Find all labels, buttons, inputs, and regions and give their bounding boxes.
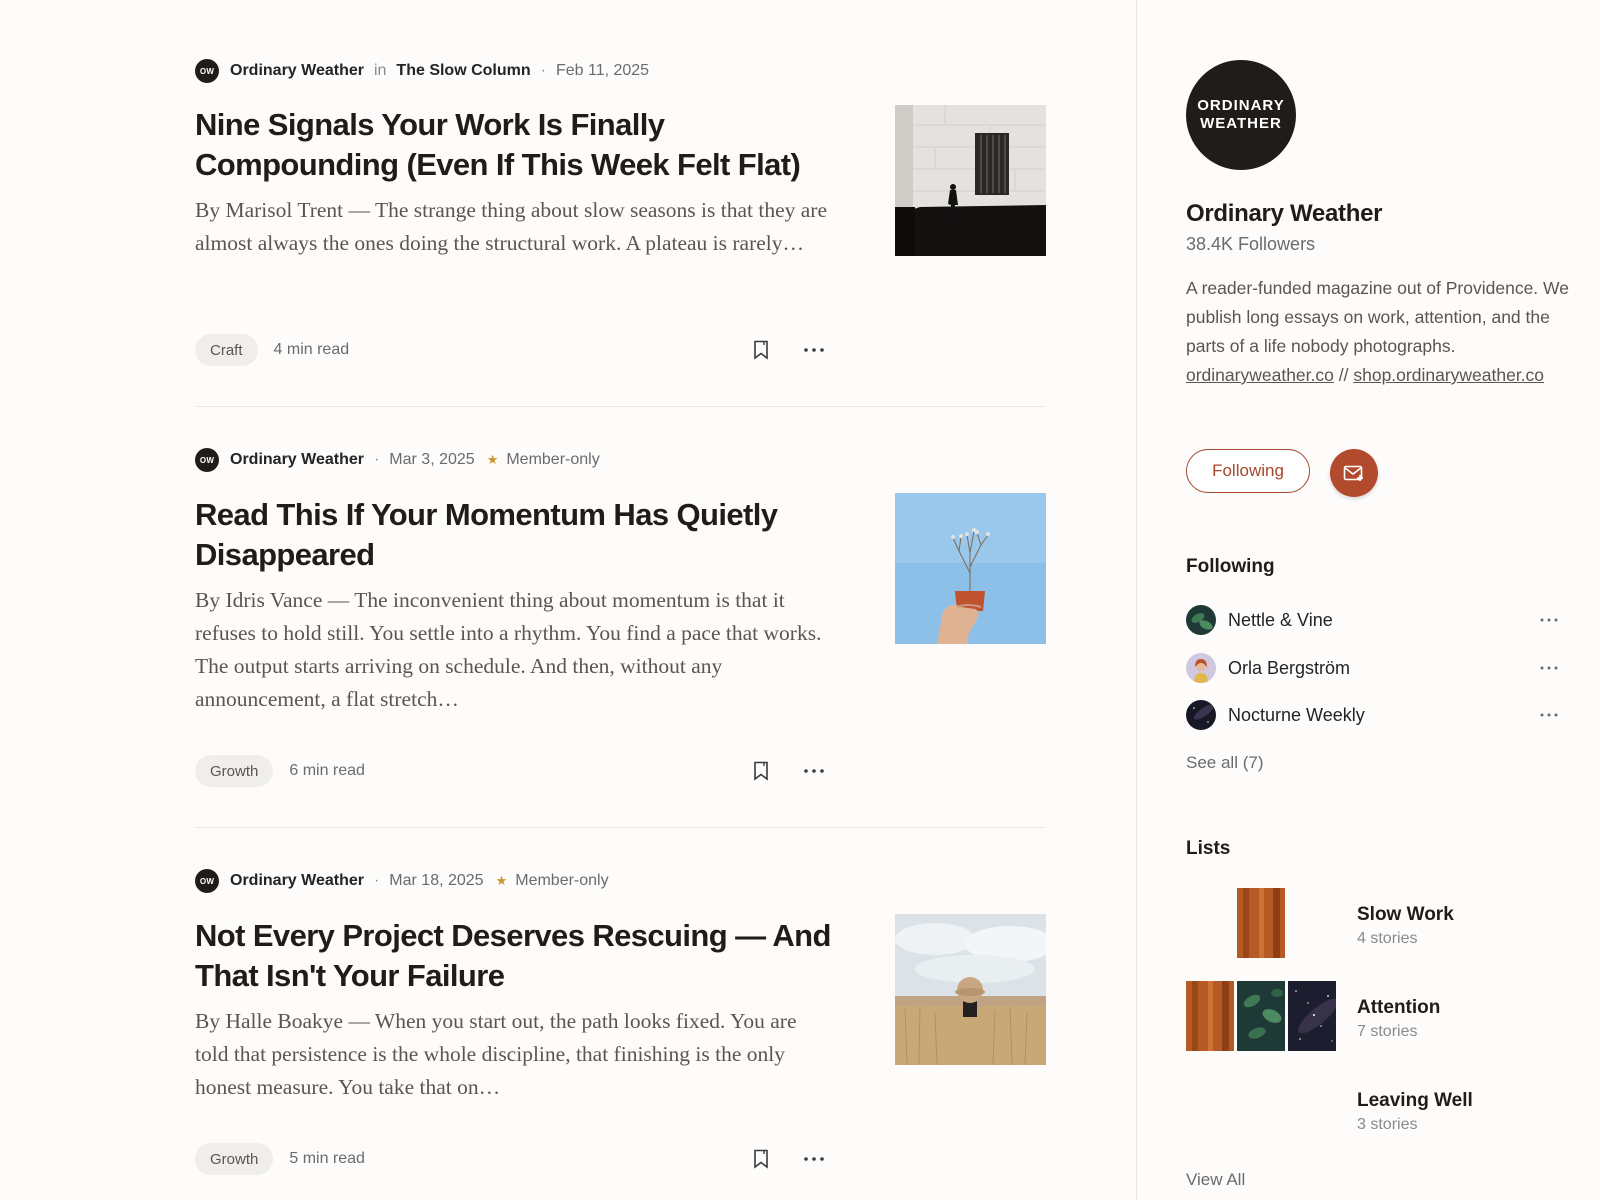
list-cover-collage [1186, 981, 1336, 1051]
list-story-count: 4 stories [1357, 930, 1418, 947]
divider [195, 406, 1046, 407]
star-icon: ★ [495, 873, 508, 888]
bookmark-icon[interactable] [748, 337, 774, 363]
list-story-count: 3 stories [1357, 1116, 1418, 1133]
article-excerpt[interactable]: By Halle Boakye — When you start out, th… [195, 1005, 835, 1104]
topic-tag[interactable]: Growth [195, 1143, 274, 1175]
subscribe-email-button[interactable] [1330, 449, 1378, 497]
publication-name[interactable]: Ordinary Weather [230, 451, 364, 469]
article-thumbnail[interactable] [895, 105, 1046, 256]
read-time: 4 min read [273, 341, 350, 358]
list-name[interactable]: Leaving Well [1357, 1090, 1473, 1112]
following-item[interactable]: Orla Bergström [1186, 652, 1561, 684]
description-text: A reader-funded magazine out of Providen… [1186, 278, 1569, 356]
separator: · [373, 872, 380, 889]
article-card[interactable]: OW Ordinary Weather · Mar 3, 2025 ★ Memb… [195, 446, 1046, 787]
topic-tag[interactable]: Craft [195, 334, 258, 366]
reading-list-item[interactable]: Attention 7 stories [1186, 981, 1561, 1051]
more-options-icon[interactable] [1537, 705, 1561, 725]
article-card[interactable]: OW Ordinary Weather · Mar 18, 2025 ★ Mem… [195, 867, 1046, 1187]
list-name[interactable]: Attention [1357, 997, 1440, 1019]
more-options-icon[interactable] [801, 758, 827, 784]
publication-description: A reader-funded magazine out of Providen… [1186, 274, 1571, 390]
article-byline: OW Ordinary Weather · Mar 3, 2025 ★ Memb… [195, 446, 600, 474]
reading-list-item[interactable]: Slow Work 4 stories [1186, 888, 1561, 958]
night-sky-avatar [1186, 700, 1216, 730]
article-byline: OW Ordinary Weather · Mar 18, 2025 ★ Mem… [195, 867, 609, 895]
follower-count[interactable]: 38.4K Followers [1186, 234, 1315, 255]
member-only-label: Member-only [515, 872, 609, 889]
article-meta-row: Growth 5 min read [195, 1143, 835, 1175]
publish-date: Feb 11, 2025 [555, 62, 650, 79]
article-meta-row: Craft 4 min read [195, 334, 835, 366]
following-name[interactable]: Nettle & Vine [1228, 610, 1333, 631]
in-word: in [373, 62, 387, 79]
more-options-icon[interactable] [1537, 658, 1561, 678]
list-name[interactable]: Slow Work [1357, 904, 1454, 926]
article-meta-row: Growth 6 min read [195, 755, 835, 787]
more-options-icon[interactable] [801, 337, 827, 363]
publication-logo[interactable]: OW [195, 448, 219, 472]
following-name[interactable]: Orla Bergström [1228, 658, 1350, 679]
publish-date: Mar 18, 2025 [389, 872, 484, 889]
article-title[interactable]: Read This If Your Momentum Has Quietly D… [195, 495, 855, 575]
publish-date: Mar 3, 2025 [389, 451, 475, 468]
publication-sidebar: ORDINARY WEATHER Ordinary Weather 38.4K F… [1136, 0, 1600, 1200]
list-cover-collage [1186, 888, 1336, 958]
leaf-avatar [1186, 605, 1216, 635]
separator: · [373, 451, 380, 468]
list-cover-collage [1186, 1074, 1336, 1144]
separator: · [540, 62, 546, 79]
list-story-count: 7 stories [1357, 1023, 1418, 1040]
topic-tag[interactable]: Growth [195, 755, 274, 787]
read-time: 6 min read [289, 762, 365, 779]
more-options-icon[interactable] [1537, 610, 1561, 630]
following-button[interactable]: Following [1186, 449, 1310, 493]
see-all-following-link[interactable]: See all (7) [1186, 753, 1263, 773]
publication-logo-large[interactable]: ORDINARY WEATHER [1186, 60, 1296, 170]
article-excerpt[interactable]: By Idris Vance — The inconvenient thing … [195, 584, 835, 716]
read-time: 5 min read [289, 1150, 365, 1167]
member-only-label: Member-only [506, 451, 600, 468]
article-excerpt[interactable]: By Marisol Trent — The strange thing abo… [195, 194, 835, 260]
view-all-lists-link[interactable]: View All [1186, 1170, 1245, 1190]
publication-logo[interactable]: OW [195, 59, 219, 83]
article-thumbnail[interactable] [895, 493, 1046, 644]
publication-name[interactable]: Ordinary Weather [230, 62, 364, 80]
following-name[interactable]: Nocturne Weekly [1228, 705, 1365, 726]
link-separator: // [1338, 365, 1349, 385]
following-heading: Following [1186, 556, 1275, 577]
article-byline: OW Ordinary Weather in The Slow Column ·… [195, 57, 649, 85]
reading-list-item[interactable]: Leaving Well 3 stories [1186, 1074, 1561, 1144]
following-item[interactable]: Nocturne Weekly [1186, 699, 1561, 731]
website-link[interactable]: ordinaryweather.co [1186, 365, 1334, 385]
star-icon: ★ [486, 452, 499, 467]
article-title[interactable]: Not Every Project Deserves Rescuing — An… [195, 916, 855, 996]
article-feed: OW Ordinary Weather in The Slow Column ·… [0, 0, 1136, 1200]
publication-logo[interactable]: OW [195, 869, 219, 893]
more-options-icon[interactable] [801, 1146, 827, 1172]
publication-name[interactable]: Ordinary Weather [230, 872, 364, 890]
bookmark-icon[interactable] [748, 1146, 774, 1172]
divider [195, 827, 1046, 828]
bookmark-icon[interactable] [748, 758, 774, 784]
person-avatar [1186, 653, 1216, 683]
article-title[interactable]: Nine Signals Your Work Is Finally Compou… [195, 105, 855, 185]
collection-name[interactable]: The Slow Column [396, 62, 530, 80]
shop-link[interactable]: shop.ordinaryweather.co [1353, 365, 1544, 385]
logo-line-1: ORDINARY [1197, 97, 1285, 114]
lists-heading: Lists [1186, 838, 1231, 859]
logo-line-2: WEATHER [1200, 115, 1282, 132]
article-thumbnail[interactable] [895, 914, 1046, 1065]
mail-plus-icon [1343, 465, 1363, 481]
publication-title[interactable]: Ordinary Weather [1186, 200, 1382, 228]
article-card[interactable]: OW Ordinary Weather in The Slow Column ·… [195, 57, 1046, 366]
following-item[interactable]: Nettle & Vine [1186, 604, 1561, 636]
